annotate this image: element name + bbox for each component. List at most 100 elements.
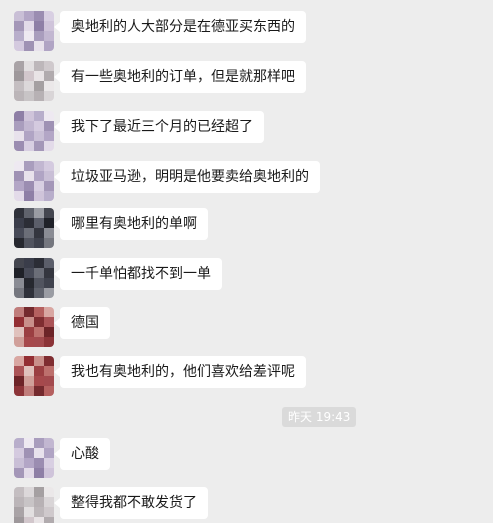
message-bubble[interactable]: 有一些奥地利的订单，但是就那样吧: [54, 61, 306, 93]
avatar-pixel: [24, 171, 34, 181]
avatar-pixel: [24, 366, 34, 376]
avatar-pixel: [24, 438, 34, 448]
timestamp: 昨天 19:43: [282, 407, 357, 427]
avatar-pixel: [44, 141, 54, 151]
avatar-pixel: [24, 307, 34, 317]
avatar-pixel: [44, 21, 54, 31]
avatar-pixel: [24, 337, 34, 347]
message-row: 一千单怕都找不到一单: [0, 258, 493, 298]
avatar-pixel: [44, 356, 54, 366]
avatar-pixel: [34, 41, 44, 51]
avatar-pixel: [14, 268, 24, 278]
avatar-pixel: [34, 517, 44, 523]
avatar-pixel: [14, 468, 24, 478]
message-bubble[interactable]: 整得我都不敢发货了: [54, 487, 208, 519]
message-bubble[interactable]: 一千单怕都找不到一单: [54, 258, 222, 290]
avatar[interactable]: [14, 11, 54, 51]
message-bubble[interactable]: 垃圾亚马逊，明明是他要卖给奥地利的: [54, 161, 320, 193]
avatar-pixel: [14, 61, 24, 71]
avatar-pixel: [14, 497, 24, 507]
avatar-pixel: [44, 131, 54, 141]
avatar-pixel: [44, 11, 54, 21]
avatar-pixel: [24, 61, 34, 71]
avatar-pixel: [34, 356, 44, 366]
avatar-pixel: [24, 141, 34, 151]
avatar-pixel: [34, 238, 44, 248]
avatar-pixel: [44, 268, 54, 278]
avatar-pixel: [44, 121, 54, 131]
avatar-pixel: [14, 218, 24, 228]
avatar-pixel: [14, 21, 24, 31]
avatar-pixel: [34, 181, 44, 191]
avatar-pixel: [24, 376, 34, 386]
message-row: 有一些奥地利的订单，但是就那样吧: [0, 61, 493, 101]
avatar-pixel: [14, 228, 24, 238]
message-bubble[interactable]: 我也有奥地利的，他们喜欢给差评呢: [54, 356, 306, 388]
avatar-pixel: [34, 386, 44, 396]
avatar-pixel: [44, 468, 54, 478]
message-bubble[interactable]: 奥地利的人大部分是在德亚买东西的: [54, 11, 306, 43]
avatar-pixel: [44, 366, 54, 376]
avatar-pixel: [44, 317, 54, 327]
avatar-pixel: [44, 376, 54, 386]
avatar-pixel: [44, 327, 54, 337]
message-bubble[interactable]: 哪里有奥地利的单啊: [54, 208, 208, 240]
avatar-pixel: [14, 171, 24, 181]
avatar-pixel: [34, 268, 44, 278]
avatar-pixel: [24, 487, 34, 497]
message-bubble[interactable]: 德国: [54, 307, 110, 339]
avatar-pixel: [34, 71, 44, 81]
avatar-pixel: [34, 228, 44, 238]
avatar-pixel: [44, 238, 54, 248]
avatar-pixel: [34, 468, 44, 478]
avatar-pixel: [44, 386, 54, 396]
avatar-pixel: [34, 438, 44, 448]
avatar[interactable]: [14, 61, 54, 101]
avatar[interactable]: [14, 258, 54, 298]
avatar-pixel: [14, 507, 24, 517]
message-row: 心酸: [0, 438, 493, 478]
avatar[interactable]: [14, 307, 54, 347]
avatar-pixel: [34, 278, 44, 288]
avatar-pixel: [44, 81, 54, 91]
message-bubble[interactable]: 我下了最近三个月的已经超了: [54, 111, 264, 143]
avatar-pixel: [44, 278, 54, 288]
message-row: 我下了最近三个月的已经超了: [0, 111, 493, 151]
avatar-pixel: [14, 258, 24, 268]
avatar-pixel: [44, 181, 54, 191]
avatar-pixel: [44, 448, 54, 458]
avatar[interactable]: [14, 438, 54, 478]
message-row: 奥地利的人大部分是在德亚买东西的: [0, 11, 493, 51]
avatar-pixel: [44, 517, 54, 523]
avatar-pixel: [24, 288, 34, 298]
avatar-pixel: [44, 61, 54, 71]
avatar-pixel: [34, 191, 44, 201]
avatar-pixel: [44, 458, 54, 468]
avatar-pixel: [34, 21, 44, 31]
avatar-pixel: [14, 278, 24, 288]
avatar-pixel: [24, 458, 34, 468]
avatar[interactable]: [14, 161, 54, 201]
avatar-pixel: [34, 161, 44, 171]
avatar-pixel: [24, 181, 34, 191]
avatar-pixel: [14, 438, 24, 448]
avatar-pixel: [14, 238, 24, 248]
avatar-pixel: [14, 131, 24, 141]
avatar-pixel: [34, 218, 44, 228]
avatar-pixel: [24, 21, 34, 31]
avatar-pixel: [24, 497, 34, 507]
avatar-pixel: [34, 141, 44, 151]
avatar[interactable]: [14, 111, 54, 151]
avatar-pixel: [24, 238, 34, 248]
avatar[interactable]: [14, 208, 54, 248]
avatar[interactable]: [14, 356, 54, 396]
message-bubble[interactable]: 心酸: [54, 438, 110, 470]
avatar-pixel: [14, 31, 24, 41]
avatar-pixel: [14, 448, 24, 458]
avatar-pixel: [34, 317, 44, 327]
avatar-pixel: [34, 258, 44, 268]
avatar-pixel: [14, 208, 24, 218]
avatar-pixel: [34, 376, 44, 386]
avatar[interactable]: [14, 487, 54, 523]
avatar-pixel: [34, 487, 44, 497]
